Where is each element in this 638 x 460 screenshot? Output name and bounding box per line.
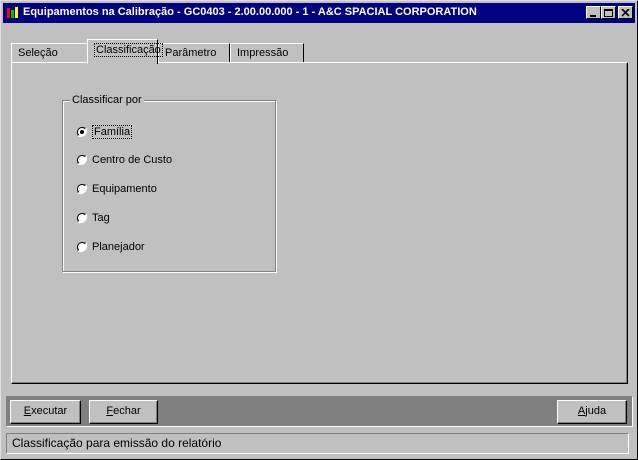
radio-label: Planejador	[92, 241, 145, 253]
help-button[interactable]: Ajuda	[557, 400, 627, 424]
button-label-rest: juda	[585, 405, 607, 417]
status-bar: Classificação para emissão do relatório	[6, 433, 629, 454]
radio-label: Equipamento	[92, 183, 157, 195]
window-title: Equipamentos na Calibração - GC0403 - 2.…	[23, 6, 477, 18]
radio-icon	[76, 212, 88, 224]
button-label-rest: echar	[113, 405, 141, 417]
button-bar: Executar Fechar Ajuda	[6, 396, 633, 427]
radio-icon	[76, 241, 88, 253]
radio-label: Tag	[92, 212, 110, 224]
button-label-rest: xecutar	[31, 405, 68, 417]
status-text: Classificação para emissão do relatório	[12, 436, 222, 450]
radio-label: Centro de Custo	[92, 154, 173, 166]
radio-selected-icon	[76, 126, 88, 138]
tab-label: Impressão	[237, 47, 289, 59]
minimize-icon	[590, 15, 596, 17]
radio-label: Família	[92, 125, 133, 139]
tab-selecao[interactable]: Seleção	[11, 43, 88, 63]
tab-parametro[interactable]: Parâmetro	[158, 43, 230, 63]
groupbox-label: Classificar por	[70, 94, 144, 106]
radio-icon	[76, 154, 88, 166]
app-window: Equipamentos na Calibração - GC0403 - 2.…	[0, 0, 638, 460]
maximize-button[interactable]	[601, 6, 616, 19]
tab-label: Classificação	[94, 43, 163, 57]
tab-classificacao[interactable]: Classificação	[87, 39, 163, 64]
title-bar[interactable]: Equipamentos na Calibração - GC0403 - 2.…	[3, 3, 635, 23]
tab-panel: Classificar por Família Centro de Custo …	[11, 62, 628, 384]
close-form-button[interactable]: Fechar	[89, 400, 158, 424]
close-icon	[621, 9, 630, 17]
close-button[interactable]	[618, 6, 633, 19]
radio-icon	[76, 183, 88, 195]
tab-impressao[interactable]: Impressão	[230, 43, 304, 63]
execute-button[interactable]: Executar	[10, 400, 81, 424]
classify-groupbox: Classificar por Família Centro de Custo …	[62, 94, 276, 272]
app-icon	[6, 6, 20, 20]
minimize-button[interactable]	[586, 6, 601, 19]
maximize-icon	[604, 9, 613, 17]
tab-label: Parâmetro	[165, 47, 217, 59]
tab-label: Seleção	[18, 47, 58, 59]
